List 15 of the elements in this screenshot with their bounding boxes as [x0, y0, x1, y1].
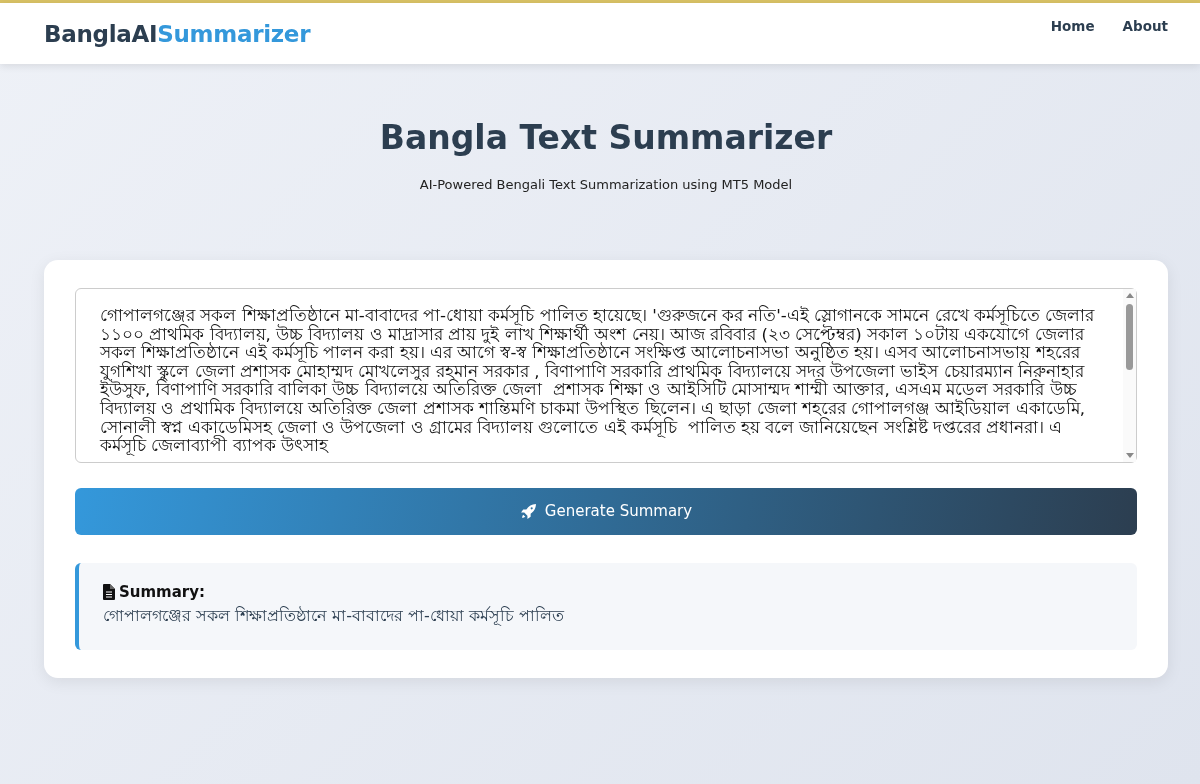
scroll-up-arrow-icon[interactable] [1125, 292, 1134, 298]
text-input-field[interactable]: গোপালগঞ্জের সকল শিক্ষাপ্রতিষ্ঠানে মা-বাবাদের পা-ধোয়া কর্মসূচি পালিত হায়েছে। 'গুরুজনে কর নতি'-এই স্লোগানকে সামনে রেখে কর্মসূচিতে জেলার ১১০০ প্রাথমিক বিদ্যালয়, উচ্চ বিদ্যালয় ও মাদ্রাসার প্রায় দুই লাখ শিক্ষার্থী অংশ নেয়। আজ রবিবার (২৩ সেপ্টেম্বর) সকাল ১০টায় একযোগে জেলার সকল শিক্ষাপ্রতিষ্ঠানে এই কর্মসূচি পালন করা হয়। এর আগে স্ব-স্ব শিক্ষাপ্রতিষ্ঠানে সংক্ষিপ্ত আলোচনাসভা অনুষ্ঠিত হয়। এসব আলোচনাসভায় শহরের যুগশিখা স্কুলে জেলা প্রশাসক মোহাম্মদ মোখলেসুর রহমান সরকার , বিণাপাণি সরকারি প্রাথমিক বিদ্যালয়ে সদর উপজেলা ভাইস চেয়ারম্যান নিরুনাহার ইউসুফ, বিণাপাণি সরকারি বালিকা উচ্চ বিদ্যালয়ে অতিরিক্ত জেলা প্রশাসক শিক্ষা ও আইসিটি মোসাম্মদ শাম্মী আক্তার, এসএম মডেল সরকারি উচ্চ বিদ্যালয় ও প্রথামিক বিদ্যালয়ে অতিরিক্ত জেলা প্রশাসক শান্তিমণি চাকমা উপস্থিত ছিলেন। এ ছাড়া জেলা শহরের গোপালগঞ্জ আইডিয়াল একাডেমি, সোনালী স্বপ্ন একাডেমিসহ জেলা ও উপজেলা ও গ্রামের বিদ্যালয় গুলোতে এই কর্মসূচি পালিত হয় বলে জানিয়েছেন সংশ্লিষ্ট দপ্তরের প্রধানরা। এ কর্মসূচি জেলাব্যাপী ব্যাপক উৎসাহ [75, 288, 1137, 463]
brand-logo[interactable]: BanglaAISummarizer [44, 21, 311, 47]
generate-summary-button[interactable]: Generate Summary [75, 487, 1137, 535]
scroll-down-arrow-icon[interactable] [1125, 452, 1134, 459]
scrollbar-thumb[interactable] [1126, 304, 1133, 370]
summary-heading: Summary: [119, 582, 206, 601]
nav-link[interactable]: Home [1050, 18, 1095, 34]
summary-text: গোপালগঞ্জের সকল শিক্ষাপ্রতিষ্ঠানে মা-বাবাদের পা-ধোয়া কর্মসূচি পালিত [103, 604, 566, 628]
nav-link[interactable]: About [1122, 18, 1168, 34]
scrollbar[interactable] [1123, 289, 1136, 462]
rocket-icon [519, 502, 537, 520]
document-icon [103, 583, 115, 600]
page-title: Bangla Text Summarizer [378, 118, 834, 157]
page-subtitle: AI-Powered Bengali Text Summarization using MT5 Model [418, 177, 794, 192]
